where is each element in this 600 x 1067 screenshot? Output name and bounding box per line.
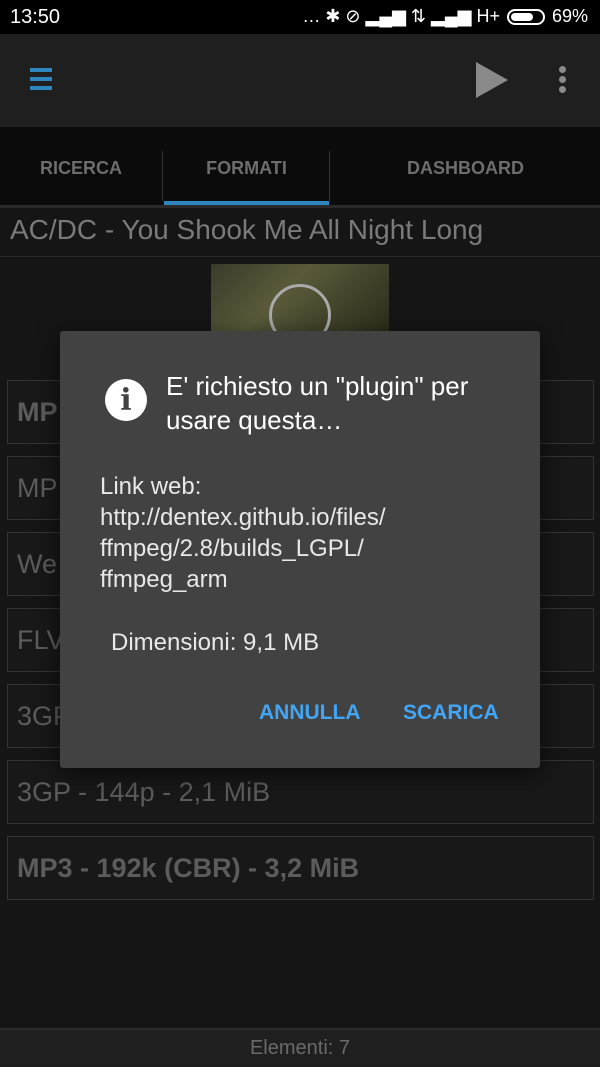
info-icon: i [105,379,147,421]
dialog-link-line: ffmpeg/2.8/builds_LGPL/ [100,535,364,562]
cancel-button[interactable]: ANNULLA [259,701,360,725]
dialog-message-line: Link web: [100,473,202,500]
dialog-link-line: http://dentex.github.io/files/ [100,504,386,531]
dialog-title: E' richiesto un "plugin" per usare quest… [166,371,469,435]
dialog-link-line: ffmpeg_arm [100,566,228,593]
plugin-required-dialog: i E' richiesto un "plugin" per usare que… [60,331,540,768]
dialog-size-text: Dimensioni: 9,1 MB [111,629,320,656]
dialog-message: Link web: http://dentex.github.io/files/… [100,471,520,595]
download-button[interactable]: SCARICA [403,701,499,725]
